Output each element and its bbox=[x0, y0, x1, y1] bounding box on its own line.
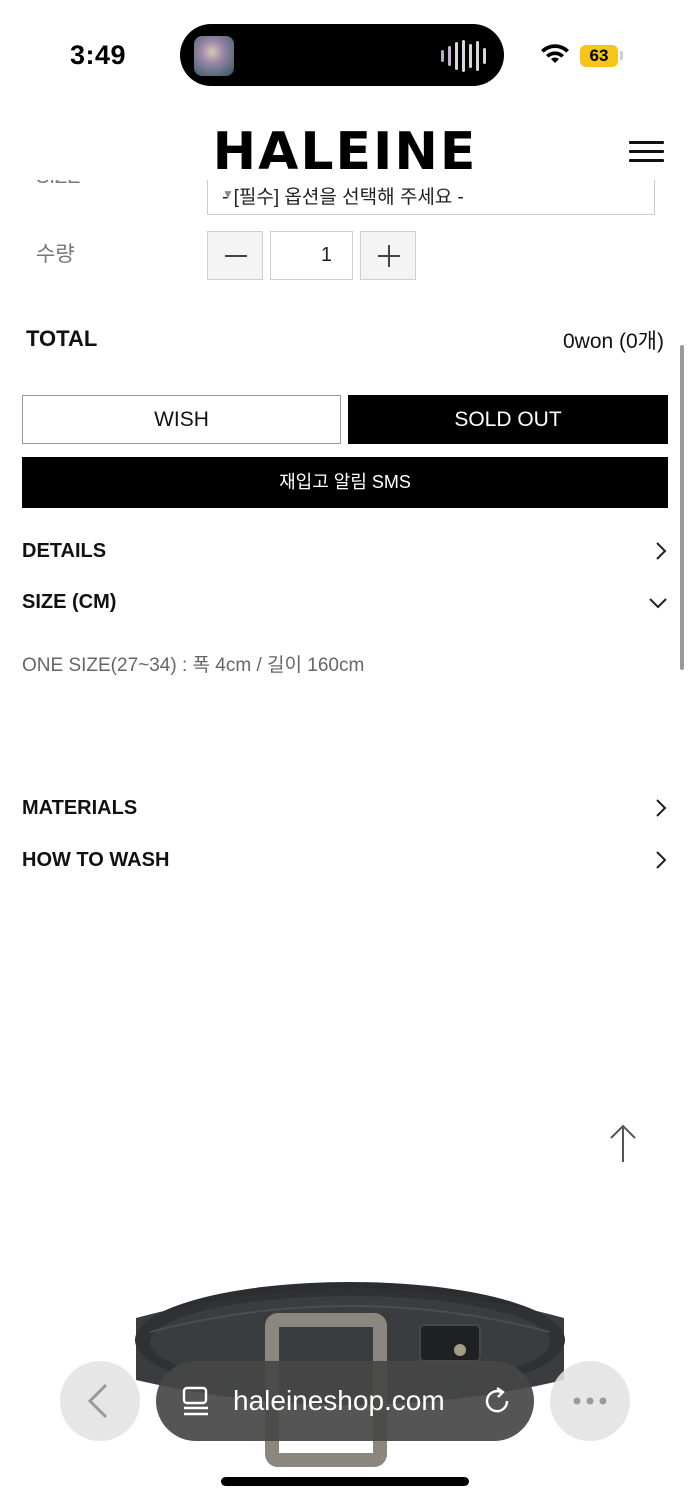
option-label: SIZE bbox=[36, 180, 80, 189]
now-playing-artwork bbox=[194, 36, 234, 76]
reload-icon[interactable] bbox=[482, 1386, 512, 1416]
chevron-right-icon bbox=[656, 799, 667, 817]
accordion-how-to-wash-title: HOW TO WASH bbox=[22, 849, 170, 871]
option-row: SIZE - [필수] 옵션을 선택해 주세요 - ▼ bbox=[0, 180, 690, 220]
chevron-left-icon bbox=[87, 1383, 108, 1419]
quantity-decrease-button[interactable] bbox=[207, 231, 263, 280]
wish-button[interactable]: WISH bbox=[22, 395, 341, 444]
option-select[interactable]: - [필수] 옵션을 선택해 주세요 - ▼ bbox=[207, 180, 655, 215]
browser-more-button[interactable] bbox=[550, 1361, 630, 1441]
dynamic-island[interactable] bbox=[180, 24, 504, 86]
status-time: 3:49 bbox=[70, 40, 127, 70]
audio-waveform-icon bbox=[441, 40, 486, 72]
address-bar[interactable]: haleineshop.com bbox=[156, 1361, 534, 1441]
wifi-icon bbox=[541, 44, 569, 63]
page-menu-icon[interactable] bbox=[182, 1386, 210, 1416]
battery-tip bbox=[620, 51, 623, 60]
size-info-text: ONE SIZE(27~34) : 폭 4cm / 길이 160cm bbox=[22, 655, 365, 676]
url-text: haleineshop.com bbox=[233, 1385, 445, 1416]
total-label: TOTAL bbox=[26, 326, 98, 351]
dropdown-caret-icon: ▼ bbox=[222, 187, 234, 201]
quantity-increase-button[interactable] bbox=[360, 231, 416, 280]
chevron-right-icon bbox=[656, 542, 667, 560]
arrow-up-icon[interactable] bbox=[605, 1122, 641, 1164]
chevron-down-icon bbox=[649, 598, 667, 609]
page-scrollbar[interactable] bbox=[680, 345, 684, 670]
accordion-materials[interactable]: MATERIALS bbox=[22, 788, 668, 828]
quantity-input[interactable] bbox=[270, 231, 353, 280]
home-indicator[interactable] bbox=[221, 1477, 469, 1486]
accordion-how-to-wash[interactable]: HOW TO WASH bbox=[22, 840, 668, 880]
minus-icon bbox=[225, 255, 247, 257]
hamburger-menu-icon[interactable] bbox=[629, 141, 664, 163]
brand-logo[interactable]: HALEINE bbox=[0, 122, 690, 182]
sold-out-button[interactable]: SOLD OUT bbox=[348, 395, 668, 444]
chevron-right-icon bbox=[656, 851, 667, 869]
accordion-details-title: DETAILS bbox=[22, 540, 107, 562]
total-value: 0won (0개) bbox=[562, 330, 664, 353]
accordion-size-title: SIZE (CM) bbox=[22, 591, 117, 613]
battery-level: 63 bbox=[580, 45, 618, 67]
accordion-materials-title: MATERIALS bbox=[22, 797, 138, 819]
restock-sms-button[interactable]: 재입고 알림 SMS bbox=[22, 457, 668, 508]
accordion-details[interactable]: DETAILS bbox=[22, 531, 668, 571]
quantity-label: 수량 bbox=[36, 243, 75, 266]
ellipsis-icon bbox=[573, 1397, 607, 1405]
browser-back-button[interactable] bbox=[60, 1361, 140, 1441]
accordion-size[interactable]: SIZE (CM) bbox=[22, 582, 668, 622]
